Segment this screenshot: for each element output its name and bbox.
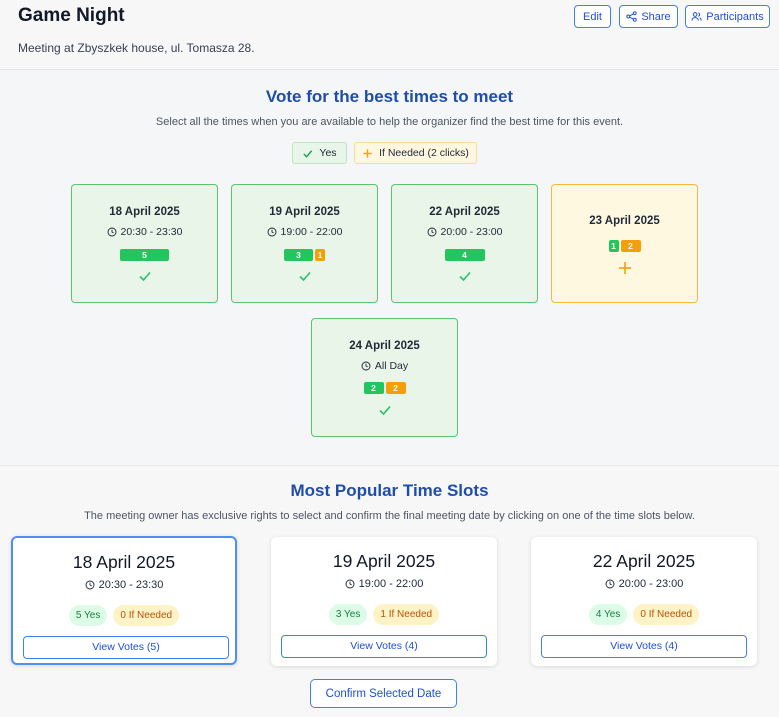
slot-date: 23 April 2025: [589, 215, 660, 227]
slot-time: 19:00 - 22:00: [232, 226, 377, 238]
if-needed-badge: 0 If Needed: [113, 605, 180, 626]
legend-yes-label: Yes: [319, 147, 337, 159]
vote-bars: 1 2: [552, 240, 697, 252]
popular-slot-time: 20:30 - 23:30: [13, 579, 235, 591]
vote-bars: 3 1: [232, 249, 377, 261]
slot-date: 19 April 2025: [269, 206, 340, 218]
slot-date: 22 April 2025: [429, 206, 500, 218]
clock-icon: [361, 361, 371, 371]
yes-count-bar: 5: [120, 249, 169, 261]
popular-slot-time-text: 19:00 - 22:00: [358, 578, 424, 590]
vote-bars: 5: [72, 249, 217, 261]
if-needed-badge: 0 If Needed: [633, 604, 700, 625]
yes-badge: 4 Yes: [588, 604, 628, 625]
event-subtitle: Meeting at Zbyszkek house, ul. Tomasza 2…: [18, 41, 255, 55]
time-slot-card[interactable]: 24 April 2025 All Day 2 2: [311, 318, 458, 437]
popular-slot-badges: 4 Yes 0 If Needed: [531, 604, 757, 625]
popular-slot-badges: 3 Yes 1 If Needed: [271, 604, 497, 625]
popular-slot-date: 18 April 2025: [72, 552, 176, 572]
yes-count-bar: 1: [608, 240, 619, 252]
view-votes-button[interactable]: View Votes (5): [23, 636, 229, 659]
slot-time: 20:30 - 23:30: [72, 226, 217, 238]
popular-slot-card[interactable]: 19 April 2025 19:00 - 22:00 3 Yes 1 If N…: [271, 537, 497, 666]
time-slot-card[interactable]: 22 April 2025 20:00 - 23:00 4: [391, 184, 538, 303]
edit-button[interactable]: Edit: [574, 5, 611, 28]
check-icon: [232, 269, 377, 283]
slot-date: 24 April 2025: [349, 340, 420, 352]
if-needed-count-bar: 2: [385, 382, 406, 394]
slot-date: 18 April 2025: [109, 206, 180, 218]
view-votes-button[interactable]: View Votes (4): [281, 635, 487, 658]
check-icon: [392, 269, 537, 283]
users-icon: [691, 12, 702, 21]
time-slot-card[interactable]: 23 April 2025 1 2: [551, 184, 698, 303]
vote-bars: 4: [392, 249, 537, 261]
if-needed-count-bar: 2: [620, 240, 641, 252]
view-votes-button[interactable]: View Votes (4): [541, 635, 747, 658]
vote-description: Select all the times when you are availa…: [155, 116, 624, 128]
plus-icon: [363, 148, 372, 158]
popular-slot-card-selected[interactable]: 18 April 2025 20:30 - 23:30 5 Yes 0 If N…: [11, 536, 237, 665]
share-icon: [626, 11, 637, 22]
time-slot-card[interactable]: 19 April 2025 19:00 - 22:00 3 1: [231, 184, 378, 303]
slot-time-text: 19:00 - 22:00: [280, 226, 343, 238]
popular-slot-date: 22 April 2025: [592, 551, 696, 571]
popular-heading: Most Popular Time Slots: [290, 481, 489, 500]
if-needed-badge: 1 If Needed: [373, 604, 440, 625]
popular-slot-date: 19 April 2025: [332, 551, 436, 571]
vote-heading: Vote for the best times to meet: [265, 87, 514, 106]
if-needed-count-bar: 1: [315, 249, 325, 261]
popular-description: The meeting owner has exclusive rights t…: [84, 510, 695, 522]
vote-bars: 2 2: [312, 382, 457, 394]
yes-badge: 3 Yes: [328, 604, 368, 625]
time-slot-card[interactable]: 18 April 2025 20:30 - 23:30 5: [71, 184, 218, 303]
clock-icon: [427, 227, 437, 237]
yes-count-bar: 3: [284, 249, 313, 261]
share-button[interactable]: Share: [619, 5, 678, 28]
plus-icon: [552, 261, 697, 275]
popular-slot-time-text: 20:00 - 23:00: [618, 578, 684, 590]
yes-count-bar: 4: [444, 249, 485, 261]
yes-count-bar: 2: [363, 382, 384, 394]
slot-time-text: 20:00 - 23:00: [440, 226, 503, 238]
slot-time-text: All Day: [374, 360, 409, 372]
popular-slot-time-text: 20:30 - 23:30: [98, 579, 164, 591]
check-icon: [312, 403, 457, 417]
confirm-date-button[interactable]: Confirm Selected Date: [310, 679, 457, 708]
check-icon: [303, 149, 313, 158]
clock-icon: [85, 580, 95, 590]
event-header: Game Night Meeting at Zbyszkek house, ul…: [0, 0, 779, 70]
legend-if-needed: If Needed (2 clicks): [354, 142, 477, 164]
clock-icon: [345, 579, 355, 589]
legend-if-needed-label: If Needed (2 clicks): [379, 147, 469, 159]
slot-time: 20:00 - 23:00: [392, 226, 537, 238]
slot-time: All Day: [312, 360, 457, 372]
event-title: Game Night: [18, 5, 125, 26]
participants-button[interactable]: Participants: [685, 5, 770, 28]
popular-slot-card[interactable]: 22 April 2025 20:00 - 23:00 4 Yes 0 If N…: [531, 537, 757, 666]
participants-label: Participants: [706, 10, 764, 23]
clock-icon: [267, 227, 277, 237]
popular-slot-time: 19:00 - 22:00: [271, 578, 497, 590]
legend-yes: Yes: [292, 142, 347, 164]
clock-icon: [605, 579, 615, 589]
slot-time-text: 20:30 - 23:30: [120, 226, 183, 238]
popular-slot-badges: 5 Yes 0 If Needed: [13, 605, 235, 626]
check-icon: [72, 269, 217, 283]
clock-icon: [107, 227, 117, 237]
yes-badge: 5 Yes: [68, 605, 108, 626]
popular-slot-time: 20:00 - 23:00: [531, 578, 757, 590]
share-label: Share: [641, 10, 671, 23]
